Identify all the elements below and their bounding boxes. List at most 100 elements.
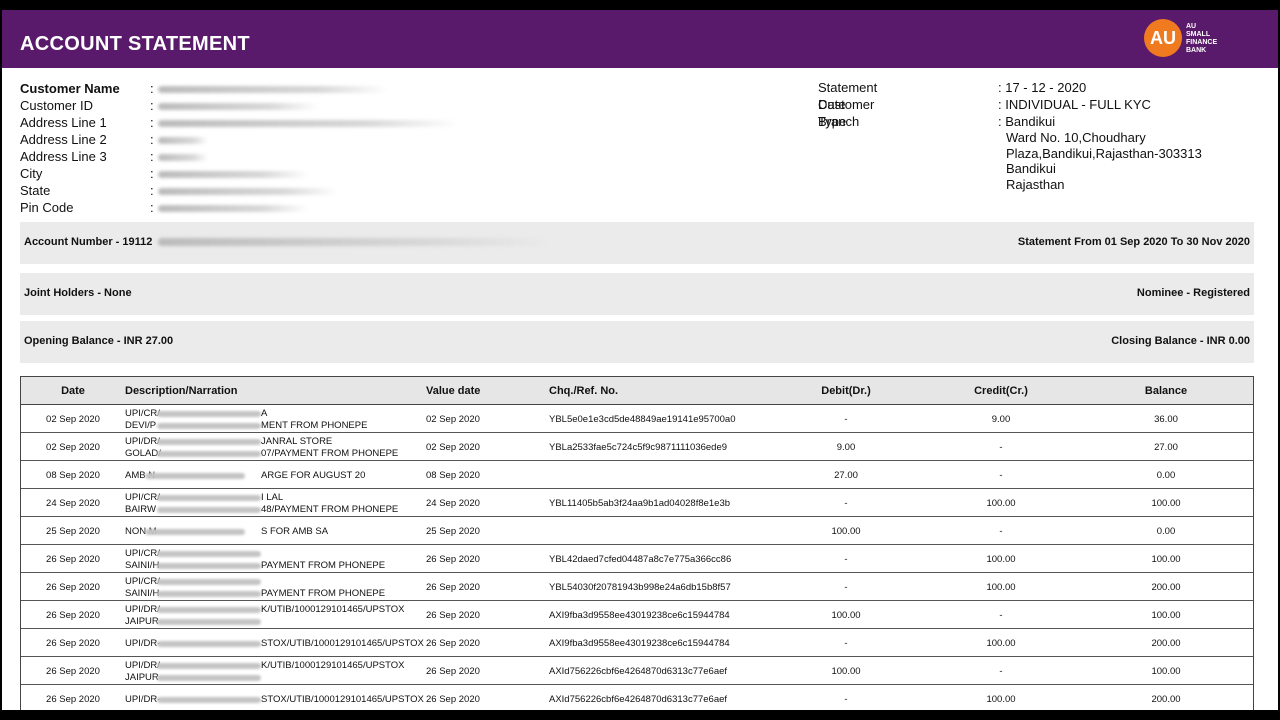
address-line1-label: Address Line 1	[20, 115, 107, 130]
row-date: 26 Sep 2020	[46, 666, 100, 677]
row-desc-end: I LAL	[261, 492, 284, 503]
col-balance: Balance	[1144, 385, 1188, 397]
row-ref: YBL11405b5ab3f24aa9b1ad04028f8e1e3b	[549, 498, 731, 509]
table-row: 25 Sep 2020 NON MS FOR AMB SA 25 Sep 2020 1…	[21, 517, 1253, 545]
row-date: 26 Sep 2020	[46, 610, 100, 621]
row-ref: AXId756226cbf6e4264870d6313c77e6aef	[549, 666, 728, 677]
row-date: 26 Sep 2020	[46, 582, 100, 593]
row-desc-start: UPI/DR-	[125, 694, 161, 705]
row-desc-start: UPI/CR/	[125, 492, 160, 503]
bank-logo: AU AU SMALL FINANCE BANK	[1144, 19, 1254, 59]
row-date: 25 Sep 2020	[46, 526, 100, 537]
row-value-date: 26 Sep 2020	[426, 666, 480, 677]
row-debit: 100.00	[831, 610, 861, 621]
table-row: 26 Sep 2020 UPI/DR/K/UTIB/1000129101465/U…	[21, 657, 1253, 685]
row-credit: 9.00	[991, 414, 1011, 425]
row-desc-end: S FOR AMB SA	[261, 526, 329, 537]
row-credit: -	[999, 666, 1003, 677]
statement-date-value: : 17 - 12 - 2020	[998, 80, 1087, 95]
table-row: 26 Sep 2020 UPI/CR/SAINI/H PAYMENT FROM PH…	[21, 573, 1253, 601]
row-desc-start: UPI/CR/	[125, 548, 160, 559]
row-balance: 100.00	[1151, 610, 1181, 621]
row-balance: 100.00	[1151, 666, 1181, 677]
row-debit: -	[844, 582, 848, 593]
row-desc-start: UPI/DR/	[125, 604, 160, 615]
col-credit: Credit(Cr.)	[974, 385, 1028, 397]
statement-page: ACCOUNT STATEMENT AU AU SMALL FINANCE BA…	[2, 10, 1278, 710]
row-desc-line2-end: PAYMENT FROM PHONEPE	[261, 560, 386, 571]
row-value-date: 26 Sep 2020	[426, 694, 480, 705]
address-line3-label: Address Line 3	[20, 149, 107, 164]
page-title: ACCOUNT STATEMENT	[20, 33, 250, 55]
row-date: 08 Sep 2020	[46, 470, 100, 481]
table-row: 24 Sep 2020 UPI/CR/I LAL BAIRW 48/PAYMENT F…	[21, 489, 1253, 517]
row-desc-end: ARGE FOR AUGUST 20	[261, 470, 366, 481]
row-balance: 100.00	[1151, 498, 1181, 509]
nominee: Nominee - Registered	[1136, 287, 1250, 299]
logo-mark: AU	[1144, 19, 1182, 57]
row-desc-line2-end: MENT FROM PHONEPE	[261, 420, 368, 431]
city-label: City	[20, 166, 43, 181]
table-row: 26 Sep 2020 UPI/DR- STOX/UTIB/100012910146…	[21, 629, 1253, 657]
row-balance: 0.00	[1156, 526, 1176, 537]
row-desc-line2-end: PAYMENT FROM PHONEPE	[261, 588, 386, 599]
row-debit: -	[844, 498, 848, 509]
branch-value: : Bandikui	[998, 114, 1056, 129]
row-credit: -	[999, 610, 1003, 621]
row-balance: 36.00	[1154, 414, 1178, 425]
row-desc-end: JANRAL STORE	[261, 436, 333, 447]
joint-holders: Joint Holders - None	[24, 287, 132, 299]
row-desc-end: K/UTIB/1000129101465/UPSTOX	[261, 660, 405, 671]
row-desc-line2: SAINI/H	[125, 560, 160, 571]
row-date: 26 Sep 2020	[46, 694, 100, 705]
row-debit: -	[844, 638, 848, 649]
balance-bar: Opening Balance - INR 27.00 Closing Bala…	[20, 321, 1254, 363]
row-date: 26 Sep 2020	[46, 638, 100, 649]
table-row: 02 Sep 2020 UPI/DR/JANRAL STORE GOLAD/07/P…	[21, 433, 1253, 461]
row-balance: 0.00	[1156, 470, 1176, 481]
row-desc-end: K/UTIB/1000129101465/UPSTOX	[261, 604, 405, 615]
row-desc-start: UPI/CR/	[125, 576, 160, 587]
row-balance: 200.00	[1151, 694, 1181, 705]
row-balance: 27.00	[1154, 442, 1178, 453]
row-debit: 100.00	[831, 526, 861, 537]
logo-text: AU SMALL FINANCE BANK	[1186, 23, 1218, 54]
row-credit: 100.00	[986, 498, 1016, 509]
row-desc-line2: GOLAD/	[125, 448, 161, 459]
row-value-date: 26 Sep 2020	[426, 638, 480, 649]
row-credit: -	[999, 526, 1003, 537]
row-credit: 100.00	[986, 582, 1016, 593]
row-date: 02 Sep 2020	[46, 442, 100, 453]
transactions-table: Date Description/Narration Value date Ch…	[20, 376, 1254, 710]
row-date: 26 Sep 2020	[46, 554, 100, 565]
col-ref: Chq./Ref. No.	[549, 385, 619, 397]
table-row: 26 Sep 2020 UPI/DR- STOX/UTIB/100012910146…	[21, 685, 1253, 710]
page-header: ACCOUNT STATEMENT AU AU SMALL FINANCE BA…	[2, 10, 1278, 68]
customer-info: Customer Name: Customer ID: Address Line…	[20, 80, 500, 216]
col-description: Description/Narration	[125, 385, 238, 397]
row-credit: -	[999, 470, 1003, 481]
row-credit: -	[999, 442, 1003, 453]
table-row: 26 Sep 2020 UPI/CR/SAINI/H PAYMENT FROM PH…	[21, 545, 1253, 573]
row-ref: YBL54030f20781943b998e24a6db15b8f57	[549, 582, 731, 593]
branch-line: Ward No. 10,Choudhary	[1006, 130, 1146, 145]
row-value-date: 25 Sep 2020	[426, 526, 480, 537]
row-desc-line2: SAINI/H	[125, 588, 160, 599]
row-debit: 100.00	[831, 666, 861, 677]
branch-line: Plaza,Bandikui,Rajasthan-303313	[1006, 145, 1202, 161]
account-number: Account Number - 19112	[24, 236, 153, 248]
row-value-date: 24 Sep 2020	[426, 498, 480, 509]
row-desc-start: UPI/CR/	[125, 408, 160, 419]
row-ref: YBL5e0e1e3cd5de48849ae19141e95700a0	[549, 414, 736, 425]
opening-balance: Opening Balance - INR 27.00	[24, 335, 174, 347]
holders-bar: Joint Holders - None Nominee - Registere…	[20, 273, 1254, 315]
row-desc-start: UPI/DR/	[125, 436, 160, 447]
branch-address: Ward No. 10,Choudhary Plaza,Bandikui,Raj…	[1006, 130, 1202, 192]
row-desc-start: UPI/DR/	[125, 660, 160, 671]
col-date: Date	[61, 385, 85, 397]
table-row: 26 Sep 2020 UPI/DR/K/UTIB/1000129101465/U…	[21, 601, 1253, 629]
row-value-date: 02 Sep 2020	[426, 442, 480, 453]
table-row: 08 Sep 2020 AMB N ARGE FOR AUGUST 20 08 Sep…	[21, 461, 1253, 489]
row-desc-line2: DEVI/P	[125, 420, 157, 431]
row-debit: 9.00	[836, 442, 856, 453]
